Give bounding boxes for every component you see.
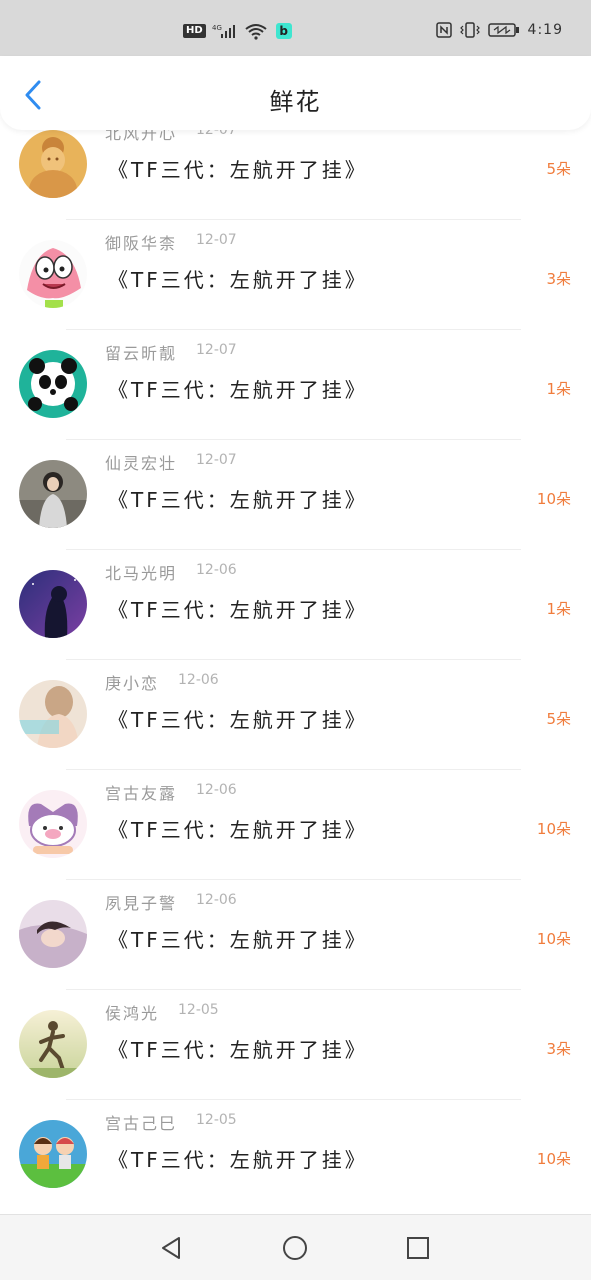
cartoon-kids-avatar: [19, 1120, 87, 1188]
send-date: 12-05: [178, 1002, 219, 1018]
flower-count: 3朵: [546, 1040, 571, 1058]
status-icons-left: HD 4G b: [183, 22, 292, 40]
flower-count: 5朵: [546, 160, 571, 178]
sender-name: 庚小恋: [105, 674, 160, 693]
hd-badge: HD: [183, 24, 206, 38]
flower-count: 3朵: [546, 270, 571, 288]
flower-record-list[interactable]: 北风开心 12-07 《TF三代：左航开了挂》 5朵 御阪华柰 12-07 《T…: [0, 126, 591, 1214]
book-title[interactable]: 《TF三代：左航开了挂》: [108, 814, 368, 843]
sender-name: 侯鸿光: [105, 1004, 160, 1023]
book-title[interactable]: 《TF三代：左航开了挂》: [108, 1034, 368, 1063]
sender-name: 留云昕靓: [105, 344, 178, 363]
back-triangle-icon: [162, 1237, 180, 1259]
wifi-icon: [244, 22, 270, 40]
buddha-avatar: [19, 130, 87, 198]
system-back-button[interactable]: [158, 1235, 184, 1261]
app-notification-icon: b: [275, 23, 292, 39]
book-title[interactable]: 《TF三代：左航开了挂》: [108, 484, 368, 513]
recents-square-icon: [407, 1237, 429, 1259]
sender-name: 仙灵宏壮: [105, 454, 178, 473]
book-title[interactable]: 《TF三代：左航开了挂》: [108, 374, 368, 403]
flower-count: 5朵: [546, 710, 571, 728]
runner-avatar: [19, 1010, 87, 1078]
list-item[interactable]: 宫古己巳 12-05 《TF三代：左航开了挂》 10朵: [0, 1100, 591, 1210]
system-home-button[interactable]: [282, 1235, 308, 1261]
patrick-star-avatar: [19, 240, 87, 308]
list-item[interactable]: 仙灵宏壮 12-07 《TF三代：左航开了挂》 10朵: [0, 440, 591, 550]
network-type-text: 4G: [212, 24, 222, 32]
flower-count: 10朵: [536, 930, 571, 948]
panda-avatar: [19, 350, 87, 418]
girl-photo-avatar: [19, 460, 87, 528]
send-date: 12-07: [196, 452, 237, 468]
night-girl-avatar: [19, 570, 87, 638]
sender-name: 御阪华柰: [105, 234, 178, 253]
battery-icon: [487, 22, 520, 38]
navigation-header: 鲜花: [0, 56, 591, 130]
status-bar: HD 4G b 4:19: [0, 0, 591, 56]
flower-count: 10朵: [536, 1150, 571, 1168]
send-date: 12-06: [178, 672, 219, 688]
sender-name: 夙見子警: [105, 894, 178, 913]
book-title[interactable]: 《TF三代：左航开了挂》: [108, 704, 368, 733]
page-title: 鲜花: [269, 88, 322, 116]
send-date: 12-06: [196, 782, 237, 798]
signal-icon: 4G: [212, 23, 238, 39]
book-title[interactable]: 《TF三代：左航开了挂》: [108, 264, 368, 293]
book-title[interactable]: 《TF三代：左航开了挂》: [108, 924, 368, 953]
flower-count: 10朵: [536, 490, 571, 508]
send-date: 12-07: [196, 232, 237, 248]
list-item[interactable]: 庚小恋 12-06 《TF三代：左航开了挂》 5朵: [0, 660, 591, 770]
sender-name: 北马光明: [105, 564, 178, 583]
vibrate-icon: [459, 22, 480, 38]
list-item[interactable]: 北马光明 12-06 《TF三代：左航开了挂》 1朵: [0, 550, 591, 660]
sender-name: 宫古己巳: [105, 1114, 178, 1133]
status-icons-right: 4:19: [435, 22, 563, 38]
send-date: 12-06: [196, 562, 237, 578]
kuromi-avatar: [19, 790, 87, 858]
send-date: 12-05: [196, 1112, 237, 1128]
list-item[interactable]: 宫古友露 12-06 《TF三代：左航开了挂》 10朵: [0, 770, 591, 880]
list-item[interactable]: 夙見子警 12-06 《TF三代：左航开了挂》 10朵: [0, 880, 591, 990]
list-item[interactable]: 御阪华柰 12-07 《TF三代：左航开了挂》 3朵: [0, 220, 591, 330]
sleeping-girl-avatar: [19, 900, 87, 968]
book-title[interactable]: 《TF三代：左航开了挂》: [108, 154, 368, 183]
flower-count: 1朵: [546, 380, 571, 398]
list-item[interactable]: 北风开心 12-07 《TF三代：左航开了挂》 5朵: [0, 126, 591, 220]
book-title[interactable]: 《TF三代：左航开了挂》: [108, 594, 368, 623]
sender-name: 宫古友露: [105, 784, 178, 803]
flower-count: 10朵: [536, 820, 571, 838]
send-date: 12-07: [196, 342, 237, 358]
home-circle-icon: [283, 1236, 307, 1260]
list-item[interactable]: 留云昕靓 12-07 《TF三代：左航开了挂》 1朵: [0, 330, 591, 440]
list-item[interactable]: 侯鸿光 12-05 《TF三代：左航开了挂》 3朵: [0, 990, 591, 1100]
send-date: 12-06: [196, 892, 237, 908]
clock-time: 4:19: [527, 22, 563, 38]
book-title[interactable]: 《TF三代：左航开了挂》: [108, 1144, 368, 1173]
woman-back-avatar: [19, 680, 87, 748]
nfc-icon: [435, 22, 452, 38]
system-recents-button[interactable]: [405, 1235, 431, 1261]
flower-count: 1朵: [546, 600, 571, 618]
system-navigation-bar: [0, 1214, 591, 1280]
